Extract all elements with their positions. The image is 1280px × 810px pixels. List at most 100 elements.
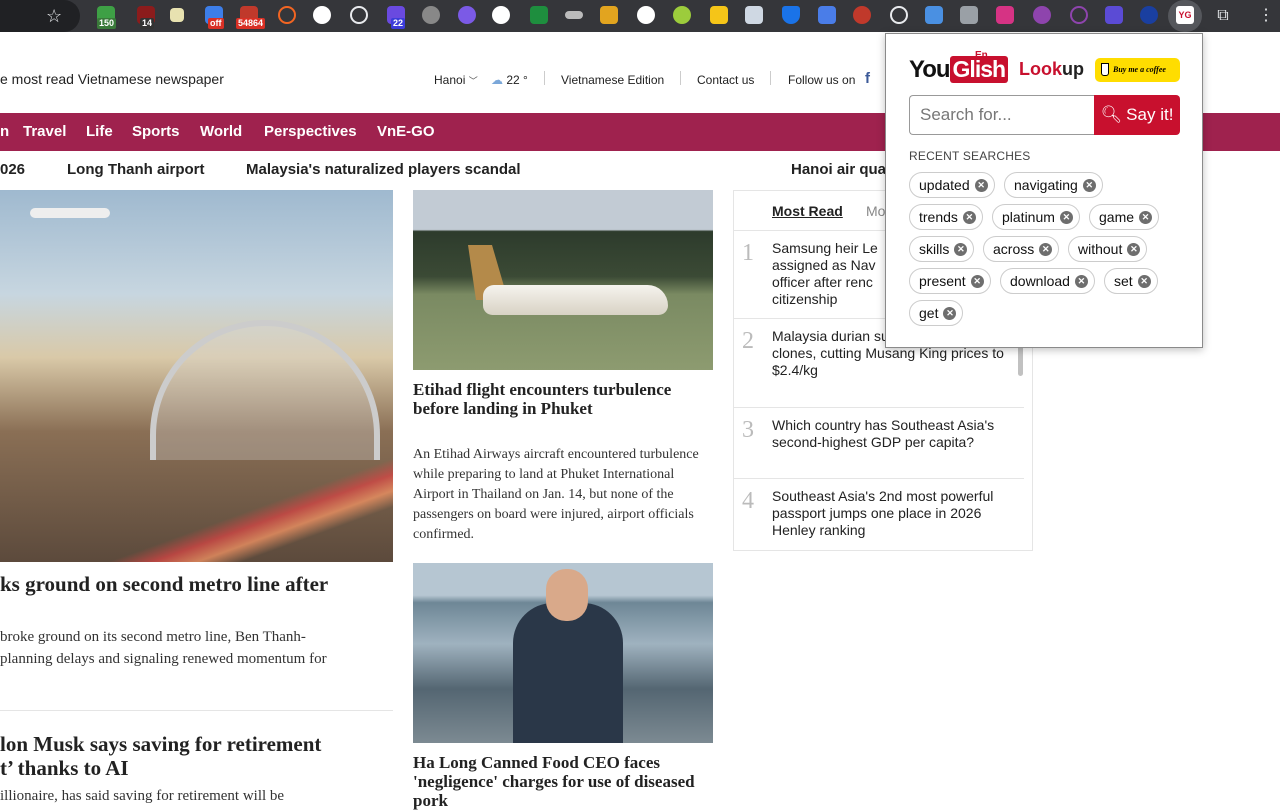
extensions-puzzle-icon[interactable]: ⧉ bbox=[1212, 5, 1234, 27]
trending-item[interactable]: 026 bbox=[0, 161, 25, 178]
nav-item-life[interactable]: Life bbox=[86, 123, 113, 140]
recent-chip[interactable]: without ✕ bbox=[1068, 236, 1148, 262]
say-it-button[interactable]: 🔍︎ Say it! bbox=[1094, 95, 1180, 135]
extension-icon[interactable] bbox=[600, 6, 618, 24]
chip-label: skills bbox=[919, 241, 950, 257]
recent-chip[interactable]: game ✕ bbox=[1089, 204, 1160, 230]
extension-icon[interactable] bbox=[1140, 6, 1158, 24]
more-menu-icon[interactable]: ⋮ bbox=[1258, 5, 1274, 27]
hero-headline[interactable]: ks ground on second metro line after bbox=[0, 572, 328, 597]
docs-icon[interactable] bbox=[925, 6, 943, 24]
ruler-icon[interactable] bbox=[565, 11, 583, 19]
edition-link[interactable]: Vietnamese Edition bbox=[561, 73, 664, 87]
extension-icon[interactable] bbox=[1033, 6, 1051, 24]
close-icon[interactable]: ✕ bbox=[1082, 179, 1096, 192]
tab-other[interactable]: Mo bbox=[866, 203, 885, 219]
info-icon[interactable] bbox=[890, 6, 908, 24]
rank-number: 4 bbox=[742, 488, 754, 514]
cloud-icon: ☁ bbox=[491, 73, 503, 87]
youglish-extension-active[interactable]: YG bbox=[1168, 0, 1202, 32]
nav-item-vnego[interactable]: VnE-GO bbox=[377, 123, 435, 140]
close-icon[interactable]: ✕ bbox=[1039, 243, 1053, 256]
extension-icon[interactable] bbox=[1105, 6, 1123, 24]
most-read-scrollbar[interactable] bbox=[1018, 344, 1023, 376]
recent-chip[interactable]: updated ✕ bbox=[909, 172, 995, 198]
react-icon[interactable] bbox=[350, 6, 368, 24]
close-icon[interactable]: ✕ bbox=[1127, 243, 1141, 256]
most-read-item[interactable]: 4 Southeast Asia's 2nd most powerful pas… bbox=[734, 480, 1024, 550]
extension-icon[interactable] bbox=[530, 6, 548, 24]
extension-icon[interactable] bbox=[710, 6, 728, 24]
extension-icon[interactable] bbox=[637, 6, 655, 24]
screenshot-icon[interactable] bbox=[745, 6, 763, 24]
recent-chip[interactable]: across ✕ bbox=[983, 236, 1060, 262]
recent-chip[interactable]: present ✕ bbox=[909, 268, 991, 294]
temperature: 22 ° bbox=[506, 73, 528, 87]
recent-chip[interactable]: set ✕ bbox=[1104, 268, 1158, 294]
city-selector[interactable]: Hanoi ﹀ bbox=[434, 73, 478, 87]
grammarly-icon[interactable] bbox=[313, 6, 331, 24]
person-shape bbox=[513, 603, 623, 743]
recent-chip[interactable]: navigating ✕ bbox=[1004, 172, 1103, 198]
musk-headline[interactable]: lon Musk says saving for retirement bbox=[0, 732, 321, 757]
search-input[interactable] bbox=[909, 95, 1095, 135]
close-icon[interactable]: ✕ bbox=[962, 211, 976, 224]
recent-chip[interactable]: download ✕ bbox=[1000, 268, 1095, 294]
extension-icon[interactable] bbox=[492, 6, 510, 24]
most-read-item[interactable]: 3 Which country has Southeast Asia's sec… bbox=[734, 409, 1024, 479]
ceo-image[interactable] bbox=[413, 563, 713, 743]
extension-icon[interactable] bbox=[673, 6, 691, 24]
close-icon[interactable]: ✕ bbox=[974, 179, 988, 192]
etihad-image[interactable] bbox=[413, 190, 713, 370]
extension-icon[interactable] bbox=[853, 6, 871, 24]
shield-icon[interactable] bbox=[782, 6, 800, 24]
close-icon[interactable]: ✕ bbox=[970, 275, 984, 288]
video-icon[interactable] bbox=[996, 6, 1014, 24]
follow-label: Follow us on bbox=[788, 73, 856, 87]
divider bbox=[770, 71, 771, 85]
hero-image[interactable] bbox=[0, 190, 393, 562]
bookmark-star-icon[interactable]: ☆ bbox=[46, 5, 62, 27]
extension-icon[interactable] bbox=[278, 6, 296, 24]
wordpress-icon[interactable] bbox=[422, 6, 440, 24]
coffee-cup-icon bbox=[1101, 63, 1109, 76]
extension-icon[interactable] bbox=[1070, 6, 1088, 24]
recent-chip[interactable]: platinum ✕ bbox=[992, 204, 1080, 230]
nav-item-sports[interactable]: Sports bbox=[132, 123, 180, 140]
facebook-icon[interactable]: f bbox=[865, 70, 870, 87]
say-it-label: Say it! bbox=[1126, 105, 1174, 124]
chip-label: set bbox=[1114, 273, 1133, 289]
close-icon[interactable]: ✕ bbox=[954, 243, 968, 256]
close-icon[interactable]: ✕ bbox=[1074, 275, 1088, 288]
nav-item-perspectives[interactable]: Perspectives bbox=[264, 123, 357, 140]
halong-headline[interactable]: Ha Long Canned Food CEO faces 'negligenc… bbox=[413, 753, 713, 810]
close-icon[interactable]: ✕ bbox=[1137, 275, 1151, 288]
trending-item[interactable]: Long Thanh airport bbox=[67, 161, 204, 178]
save-icon[interactable] bbox=[818, 6, 836, 24]
recent-chip[interactable]: skills ✕ bbox=[909, 236, 975, 262]
weather: ☁ 22 ° bbox=[491, 73, 528, 87]
close-icon[interactable]: ✕ bbox=[1059, 211, 1073, 224]
gear-icon[interactable] bbox=[458, 6, 476, 24]
buy-me-coffee-button[interactable]: Buy me a coffee bbox=[1095, 58, 1180, 82]
coffee-label: Buy me a coffee bbox=[1113, 65, 1166, 74]
contact-link[interactable]: Contact us bbox=[697, 73, 754, 87]
close-icon[interactable]: ✕ bbox=[943, 307, 957, 320]
hero-lead-line: broke ground on its second metro line, B… bbox=[0, 629, 306, 645]
nav-item-travel[interactable]: Travel bbox=[23, 123, 66, 140]
musk-headline-line2[interactable]: t’ thanks to AI bbox=[0, 756, 129, 781]
recent-chip[interactable]: trends ✕ bbox=[909, 204, 983, 230]
etihad-headline[interactable]: Etihad flight encounters turbulence befo… bbox=[413, 380, 713, 418]
camera-icon[interactable] bbox=[960, 6, 978, 24]
trending-item[interactable]: Hanoi air qua bbox=[791, 161, 886, 178]
close-icon[interactable]: ✕ bbox=[1139, 211, 1153, 224]
divider bbox=[680, 71, 681, 85]
nav-item-world[interactable]: World bbox=[200, 123, 242, 140]
lookup-title-part: up bbox=[1062, 59, 1084, 79]
notes-icon[interactable] bbox=[170, 8, 184, 22]
tab-most-read[interactable]: Most Read bbox=[772, 203, 843, 219]
lookup-title: Lookup bbox=[1019, 59, 1084, 80]
trending-item[interactable]: Malaysia's naturalized players scandal bbox=[246, 161, 521, 178]
nav-item[interactable]: n bbox=[0, 123, 9, 140]
recent-chip[interactable]: get ✕ bbox=[909, 300, 964, 326]
